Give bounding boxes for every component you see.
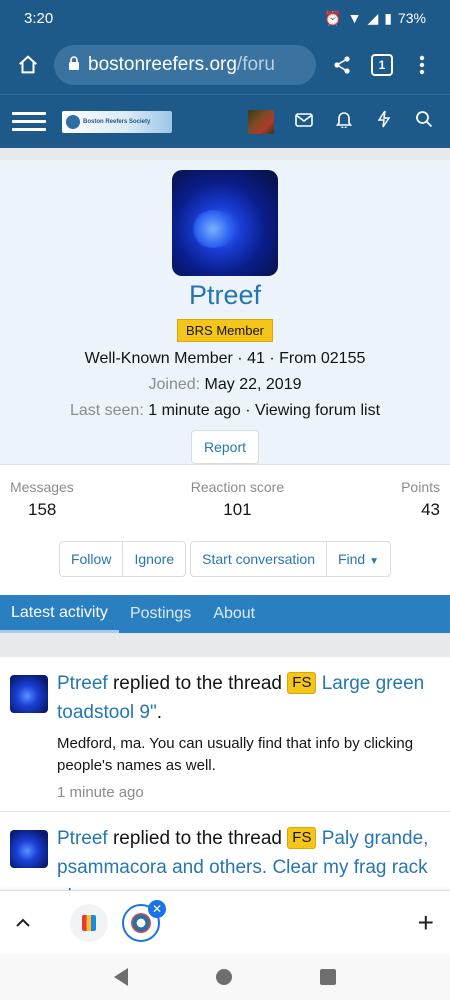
wifi-icon: ▼	[347, 10, 362, 26]
activity-user-link[interactable]: Ptreef	[57, 828, 108, 849]
last-seen-value: 1 minute ago	[148, 402, 241, 419]
thread-prefix-badge: FS	[287, 672, 317, 694]
site-logo[interactable]: Boston Reefers Society	[62, 110, 172, 133]
activity-list: Ptreef replied to the thread FS Large gr…	[0, 657, 450, 921]
tab-switcher-button[interactable]: 1	[368, 51, 396, 79]
stat-points-value: 43	[421, 500, 440, 519]
profile-stats: Messages 158 Reaction score 101 Points 4…	[0, 465, 450, 535]
stat-messages-value: 158	[28, 500, 57, 519]
mail-icon[interactable]	[294, 111, 314, 132]
lightning-icon[interactable]	[374, 110, 394, 133]
browser-bottom-toolbar: ✕ +	[0, 890, 450, 954]
profile-tabs: Latest activity Postings About	[0, 595, 450, 633]
browser-toolbar: bostonreefers.org/foru 1	[0, 36, 450, 94]
tab-count: 1	[371, 54, 393, 76]
find-label: Find	[337, 551, 366, 567]
close-icon[interactable]: ✕	[148, 899, 166, 918]
stat-reaction-label: Reaction score	[190, 479, 285, 495]
shopping-bag-icon	[82, 914, 96, 931]
tab-about[interactable]: About	[202, 595, 266, 633]
avatar[interactable]	[10, 830, 48, 868]
share-icon[interactable]	[328, 51, 356, 79]
ignore-button[interactable]: Ignore	[122, 542, 185, 576]
profile-actions: Follow Ignore Start conversation Find ▼	[0, 541, 450, 577]
joined-line: Joined: May 22, 2019	[0, 376, 450, 394]
url-path: /foru	[236, 54, 275, 75]
android-navigation-bar	[0, 954, 450, 1000]
battery-percent: 73%	[397, 10, 426, 26]
tab-latest-activity[interactable]: Latest activity	[0, 595, 119, 633]
start-conversation-button[interactable]: Start conversation	[191, 542, 326, 576]
report-button[interactable]: Report	[190, 430, 260, 464]
stat-points[interactable]: Points 43	[401, 479, 440, 535]
last-seen-label: Last seen:	[69, 402, 144, 419]
site-navigation: Boston Reefers Society	[0, 94, 450, 148]
status-icons: ⏰ ▼ ◢ ▮ 73%	[324, 10, 426, 27]
joined-value: May 22, 2019	[204, 376, 302, 393]
stat-messages-label: Messages	[10, 479, 74, 495]
last-seen-line: Last seen: 1 minute ago · Viewing forum …	[69, 402, 381, 419]
tab-group-tab-shopping[interactable]	[70, 903, 108, 942]
list-item: Ptreef replied to the thread FS Large gr…	[0, 657, 450, 812]
conversation-find-group: Start conversation Find ▼	[190, 541, 392, 577]
member-title: Well-Known Member	[84, 350, 233, 367]
url-bar[interactable]: bostonreefers.org/foru	[54, 45, 316, 85]
android-status-bar: 3:20 ⏰ ▼ ◢ ▮ 73%	[0, 0, 450, 36]
user-avatar[interactable]	[248, 109, 274, 134]
home-circle-icon[interactable]	[216, 969, 232, 985]
joined-label: Joined:	[148, 376, 201, 393]
thread-prefix-badge: FS	[287, 827, 317, 849]
stat-reaction-score: Reaction score 101	[191, 479, 284, 535]
alarm-icon: ⏰	[324, 9, 342, 26]
tab-group-tab-current[interactable]: ✕	[122, 899, 166, 942]
divider	[0, 148, 450, 160]
bell-icon[interactable]	[334, 110, 354, 133]
caret-down-icon: ▼	[369, 556, 380, 567]
avatar[interactable]	[10, 675, 48, 713]
profile-header: Ptreef BRS Member Well-Known Member · 41…	[0, 160, 450, 465]
logo-mark-icon	[66, 114, 80, 129]
follow-ignore-group: Follow Ignore	[58, 541, 187, 577]
logo-text: Boston Reefers Society	[83, 118, 151, 125]
stat-reaction-value: 101	[223, 500, 252, 519]
battery-icon: ▮	[384, 9, 392, 26]
search-icon[interactable]	[414, 110, 434, 133]
member-location: From 02155	[279, 350, 366, 367]
new-tab-icon[interactable]: +	[418, 907, 434, 939]
activity-snippet: Medford, ma. You can usually find that i…	[57, 735, 414, 774]
member-badge: BRS Member	[176, 319, 274, 342]
find-button[interactable]: Find ▼	[325, 542, 390, 576]
lock-icon	[68, 54, 80, 76]
chevron-up-icon[interactable]	[16, 911, 40, 934]
member-info: Well-Known Member · 41 · From 02155	[84, 350, 366, 367]
status-time: 3:20	[24, 9, 54, 27]
activity-action-text: replied to the thread	[107, 828, 288, 849]
activity-user-link[interactable]: Ptreef	[57, 673, 108, 694]
site-favicon-icon	[131, 912, 151, 933]
member-age: 41	[247, 350, 265, 367]
follow-button[interactable]: Follow	[60, 542, 122, 576]
activity-title: Ptreef replied to the thread FS Large gr…	[57, 672, 425, 723]
back-icon[interactable]	[114, 968, 128, 986]
home-icon[interactable]	[14, 51, 42, 79]
url-host: bostonreefers.org	[88, 54, 237, 75]
recents-icon[interactable]	[320, 969, 336, 985]
activity-action-text: replied to the thread	[107, 673, 288, 694]
profile-username[interactable]: Ptreef	[0, 280, 450, 311]
signal-icon: ◢	[367, 9, 379, 26]
stat-points-label: Points	[401, 479, 440, 495]
overflow-menu-icon[interactable]	[408, 51, 436, 79]
stat-messages[interactable]: Messages 158	[10, 479, 74, 535]
divider	[0, 633, 450, 657]
tab-postings[interactable]: Postings	[119, 595, 202, 633]
activity-time[interactable]: 1 minute ago	[57, 784, 440, 801]
hamburger-menu-icon[interactable]	[12, 112, 46, 131]
last-seen-activity: Viewing forum list	[254, 402, 381, 419]
profile-avatar[interactable]	[172, 170, 278, 276]
